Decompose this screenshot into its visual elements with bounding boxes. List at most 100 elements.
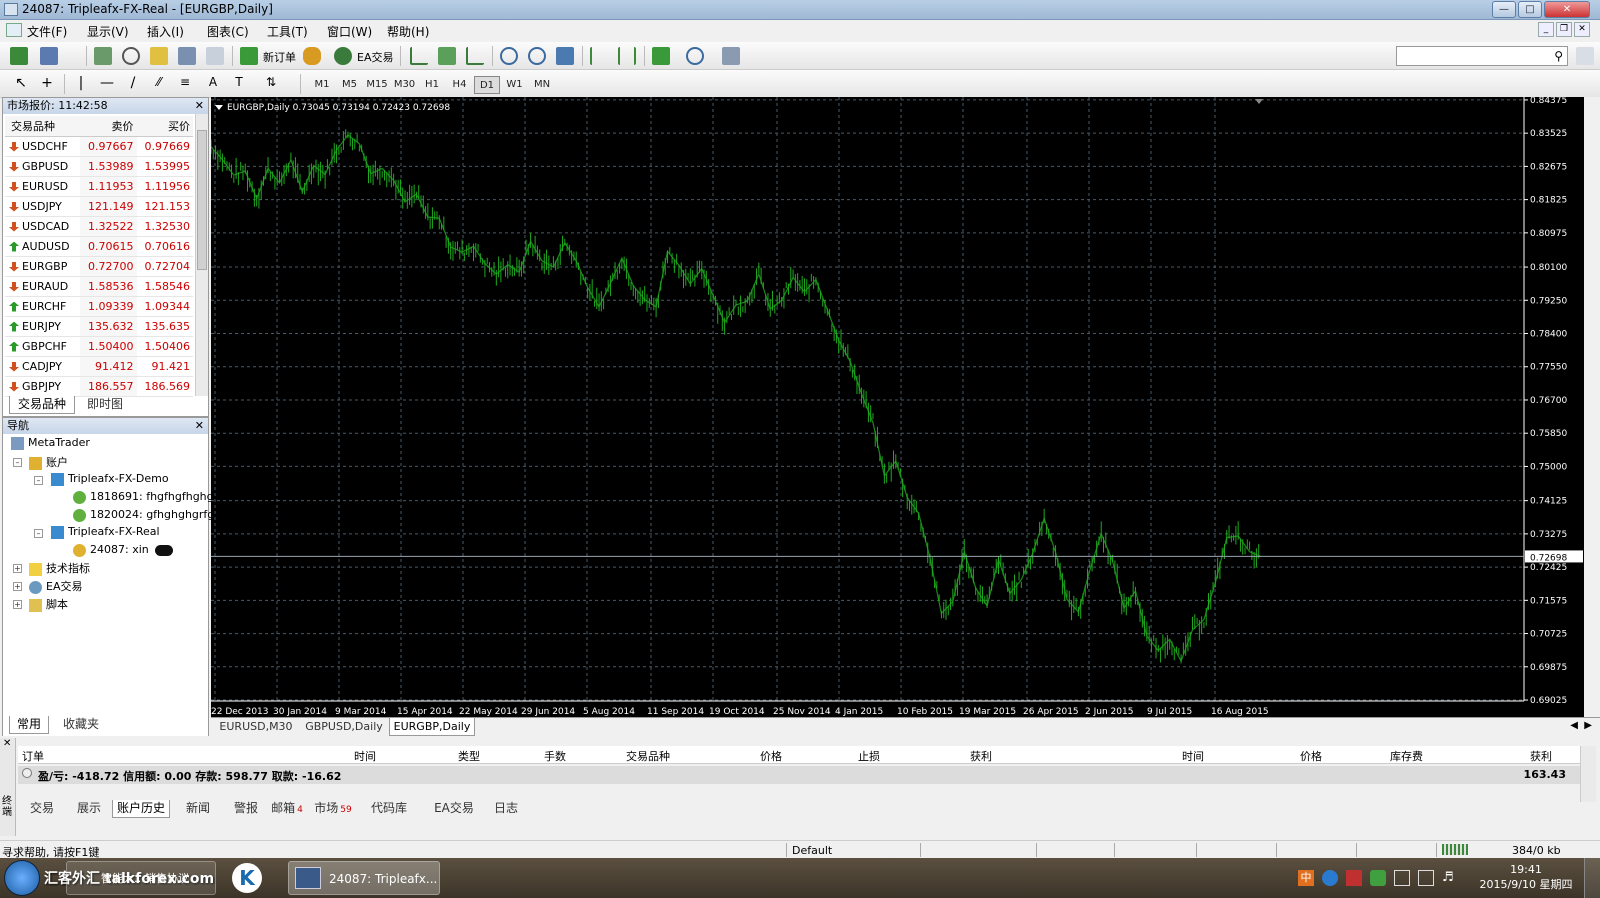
tab-favorites[interactable]: 收藏夹 — [53, 716, 109, 734]
scripts-expand-icon[interactable]: + — [13, 600, 22, 609]
mdi-close-button[interactable]: ✕ — [1574, 22, 1590, 37]
terminal-icon[interactable] — [178, 47, 196, 65]
arrows-icon[interactable]: ⇅ — [262, 75, 280, 93]
horizontal-line-icon[interactable]: — — [98, 75, 116, 93]
market-watch-row[interactable]: USDJPY 121.149 121.153 — [5, 196, 193, 217]
timeframe-h1[interactable]: H1 — [419, 76, 445, 94]
timeframe-m1[interactable]: M1 — [309, 76, 335, 94]
terminal-col-7[interactable]: 获利 — [970, 748, 992, 764]
tree-experts[interactable]: EA交易 — [29, 578, 82, 594]
data-window-icon[interactable] — [122, 47, 140, 65]
zoom-out-icon[interactable] — [528, 47, 546, 65]
show-desktop-button[interactable] — [1584, 858, 1600, 898]
chart-tabs-right-icon[interactable]: ▶ — [1584, 720, 1592, 731]
market-watch-row[interactable]: USDCAD 1.32522 1.32530 — [5, 216, 193, 237]
auto-scroll-icon[interactable] — [590, 47, 608, 65]
market-watch-row[interactable]: USDCHF 0.97667 0.97669 — [5, 136, 193, 157]
terminal-col-6[interactable]: 止损 — [858, 748, 880, 764]
tray-clock[interactable]: 19:41 2015/9/10 星期四 — [1476, 863, 1576, 892]
timeframe-m30[interactable]: M30 — [392, 76, 418, 94]
fibonacci-icon[interactable]: ≡ — [176, 75, 194, 93]
demo-collapse-icon[interactable]: – — [34, 476, 43, 485]
terminal-tab-6[interactable]: 市场 59 — [310, 800, 356, 818]
tab-tick-chart[interactable]: 即时图 — [77, 396, 133, 414]
tab-symbols[interactable]: 交易品种 — [9, 396, 75, 414]
menu-tools[interactable]: 工具(T) — [267, 23, 308, 40]
terminal-close-icon[interactable]: ✕ — [3, 738, 11, 749]
tree-demo-account-1[interactable]: 1818691: fhgfhgfhghg — [73, 490, 214, 504]
chart-tab-eurusd[interactable]: EURUSD,M30 — [213, 718, 299, 736]
taskbar-item-1[interactable]: 智能大…销售协议 — [66, 861, 216, 895]
ime-icon[interactable]: 中 — [1298, 870, 1314, 886]
col-bid[interactable]: 卖价 — [80, 116, 137, 137]
cursor-icon[interactable]: ↖ — [12, 75, 30, 93]
terminal-tab-3[interactable]: 新闻 — [176, 800, 220, 818]
market-watch-scrollbar[interactable] — [195, 114, 208, 396]
price-chart[interactable]: 0.84375 0.83525 0.82675 0.81825 0.80975 0.801… — [211, 97, 1584, 717]
terminal-tab-5[interactable]: 邮箱 4 — [266, 800, 308, 818]
market-watch-row[interactable]: AUDUSD 0.70615 0.70616 — [5, 236, 193, 257]
terminal-tab-9[interactable]: 日志 — [488, 800, 524, 818]
tree-scripts[interactable]: 脚本 — [29, 596, 68, 612]
navigator-icon[interactable] — [150, 47, 168, 65]
tray-display-icon[interactable] — [1418, 870, 1434, 886]
timeframe-h4[interactable]: H4 — [447, 76, 473, 94]
terminal-tab-8[interactable]: EA交易 — [426, 800, 482, 818]
menu-insert[interactable]: 插入(I) — [147, 23, 184, 40]
timeframe-m15[interactable]: M15 — [364, 76, 390, 94]
connection-status-icon[interactable] — [1442, 844, 1468, 855]
chart-tab-gbpusd[interactable]: GBPUSD,Daily — [301, 718, 387, 736]
terminal-tab-2[interactable]: 账户历史 — [112, 800, 170, 818]
terminal-tab-4[interactable]: 警报 — [228, 800, 264, 818]
terminal-tab-1[interactable]: 展示 — [70, 800, 108, 818]
bar-chart-icon[interactable] — [410, 47, 428, 65]
terminal-col-10[interactable]: 库存费 — [1390, 748, 1423, 764]
channel-icon[interactable]: ⁄⁄ — [150, 75, 168, 93]
tree-indicators[interactable]: 技术指标 — [29, 560, 90, 576]
terminal-col-11[interactable]: 获利 — [1530, 748, 1552, 764]
mdi-minimize-button[interactable]: _ — [1538, 22, 1554, 37]
tray-network-icon[interactable] — [1322, 870, 1338, 886]
real-collapse-icon[interactable]: – — [34, 529, 43, 538]
col-ask[interactable]: 买价 — [136, 116, 193, 137]
tree-demo-server[interactable]: Tripleafx-FX-Demo — [51, 472, 169, 486]
col-symbol[interactable]: 交易品种 — [5, 116, 81, 137]
ea-trading-button[interactable]: EA交易 — [357, 49, 393, 65]
crosshair-icon[interactable]: + — [38, 75, 56, 93]
menu-file[interactable]: 文件(F) — [27, 23, 67, 40]
taskbar-item-metatrader[interactable]: 24087: Tripleafx... — [288, 861, 440, 895]
terminal-scrollbar[interactable] — [1580, 746, 1596, 802]
community-icon[interactable] — [1576, 47, 1594, 65]
market-watch-row[interactable]: CADJPY 91.412 91.421 — [5, 356, 193, 377]
terminal-tab-7[interactable]: 代码库 — [358, 800, 420, 818]
mdi-chart-icon[interactable] — [6, 23, 22, 37]
market-watch-row[interactable]: GBPJPY 186.557 186.569 — [5, 376, 193, 397]
line-chart-icon[interactable] — [466, 47, 484, 65]
vertical-line-icon[interactable]: | — [72, 75, 90, 93]
tree-root[interactable]: MetaTrader — [11, 436, 90, 450]
templates-icon[interactable] — [722, 47, 740, 65]
tray-app-icon[interactable] — [1346, 870, 1362, 886]
indicators-expand-icon[interactable]: + — [13, 564, 22, 573]
tray-shield-icon[interactable] — [1370, 870, 1386, 886]
indicators-icon[interactable] — [652, 47, 670, 65]
trendline-icon[interactable]: / — [124, 75, 142, 93]
experts-expand-icon[interactable]: + — [13, 582, 22, 591]
new-order-button[interactable]: 新订单 — [263, 49, 296, 65]
chart-tab-eurgbp[interactable]: EURGBP,Daily — [389, 718, 475, 736]
terminal-tab-0[interactable]: 交易 — [22, 800, 62, 818]
timeframe-m5[interactable]: M5 — [337, 76, 363, 94]
chart-tabs-left-icon[interactable]: ◀ — [1570, 720, 1578, 731]
zoom-in-icon[interactable] — [500, 47, 518, 65]
terminal-col-8[interactable]: 时间 — [1182, 748, 1204, 764]
menu-window[interactable]: 窗口(W) — [327, 23, 372, 40]
tree-real-account[interactable]: 24087: xin — [73, 543, 173, 557]
profiles-icon[interactable] — [40, 47, 58, 65]
market-watch-row[interactable]: GBPCHF 1.50400 1.50406 — [5, 336, 193, 357]
start-button[interactable] — [4, 860, 40, 896]
timeframe-mn[interactable]: MN — [529, 76, 555, 94]
market-watch-icon[interactable] — [94, 47, 112, 65]
maximize-button[interactable]: □ — [1518, 1, 1542, 18]
new-order-icon[interactable] — [240, 47, 258, 65]
chart-shift-icon[interactable] — [618, 47, 636, 65]
